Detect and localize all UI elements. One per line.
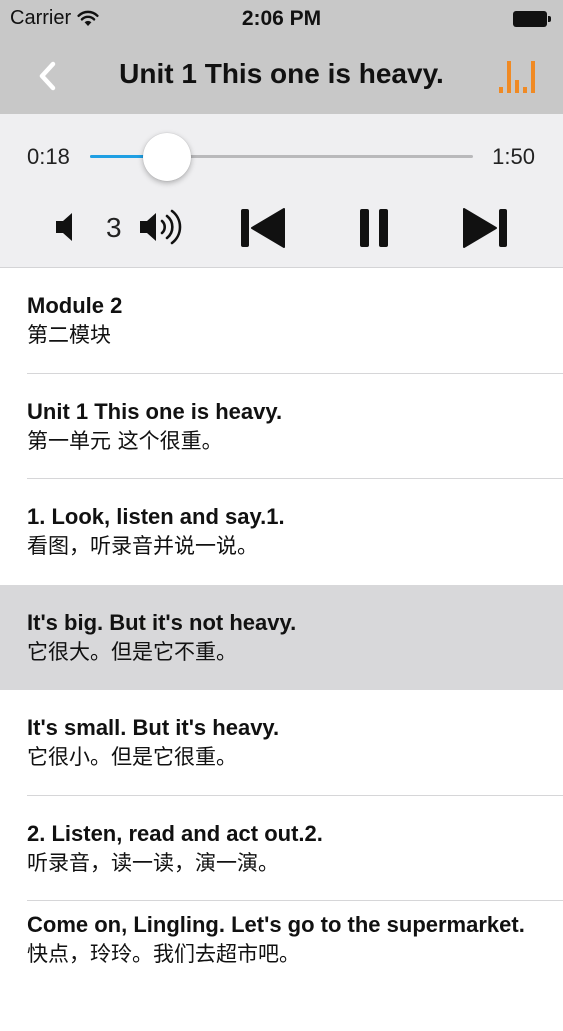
page-title: Unit 1 This one is heavy.	[119, 58, 444, 89]
item-english: Module 2	[27, 293, 123, 318]
item-english: Unit 1 This one is heavy.	[27, 398, 283, 424]
item-english: 1. Look, listen and say.1.	[27, 504, 285, 529]
audio-levels-icon[interactable]	[495, 56, 539, 96]
item-english: It's big. But it's not heavy.	[27, 609, 297, 635]
total-time: 1:50	[492, 144, 535, 169]
item-chinese: 第一单元 这个很重。	[27, 428, 223, 453]
item-english: Come on, Lingling. Let's go to the super…	[27, 912, 525, 937]
list-item[interactable]: Module 2 第二模块	[0, 268, 563, 374]
list-item[interactable]: 2. Listen, read and act out.2. 听录音，读一读，演…	[0, 795, 563, 901]
list-item[interactable]: Unit 1 This one is heavy. 第一单元 这个很重。	[0, 373, 563, 479]
item-english: 2. Listen, read and act out.2.	[27, 820, 323, 846]
list-item[interactable]: It's small. But it's heavy. 它很小。但是它很重。	[0, 690, 563, 796]
progress-slider[interactable]	[90, 133, 473, 181]
item-chinese: 看图，听录音并说一说。	[27, 534, 258, 558]
slider-thumb[interactable]	[142, 133, 191, 181]
status-bar: Carrier 2:06 PM	[0, 0, 563, 38]
status-time: 2:06 PM	[241, 7, 322, 30]
item-chinese: 它很大。但是它不重。	[27, 639, 237, 664]
item-chinese: 第二模块	[27, 323, 111, 347]
chevron-left-icon	[39, 61, 56, 91]
next-track-button[interactable]	[460, 206, 510, 250]
volume-down-icon[interactable]	[52, 208, 82, 246]
item-english: It's small. But it's heavy.	[27, 715, 280, 740]
audio-player: 0:18 1:50 3	[0, 114, 563, 268]
item-chinese: 它很小。但是它很重。	[27, 745, 237, 769]
battery-icon	[513, 11, 551, 27]
list-item-selected[interactable]: It's big. But it's not heavy. 它很大。但是它不重。	[0, 584, 563, 690]
list-item[interactable]: Come on, Lingling. Let's go to the super…	[0, 901, 563, 1031]
sentence-list: Module 2 第二模块 Unit 1 This one is heavy. …	[0, 268, 563, 1031]
current-time: 0:18	[27, 144, 70, 169]
volume-up-icon[interactable]	[137, 206, 191, 248]
pause-button[interactable]	[352, 206, 396, 250]
item-chinese: 快点，玲玲。我们去超市吧。	[27, 942, 300, 966]
item-chinese: 听录音，读一读，演一演。	[27, 850, 279, 875]
previous-track-button[interactable]	[238, 206, 288, 250]
nav-bar: Unit 1 This one is heavy.	[0, 38, 563, 114]
list-item[interactable]: 1. Look, listen and say.1. 看图，听录音并说一说。	[0, 479, 563, 585]
volume-level: 3	[106, 212, 122, 243]
back-button[interactable]	[28, 56, 68, 96]
